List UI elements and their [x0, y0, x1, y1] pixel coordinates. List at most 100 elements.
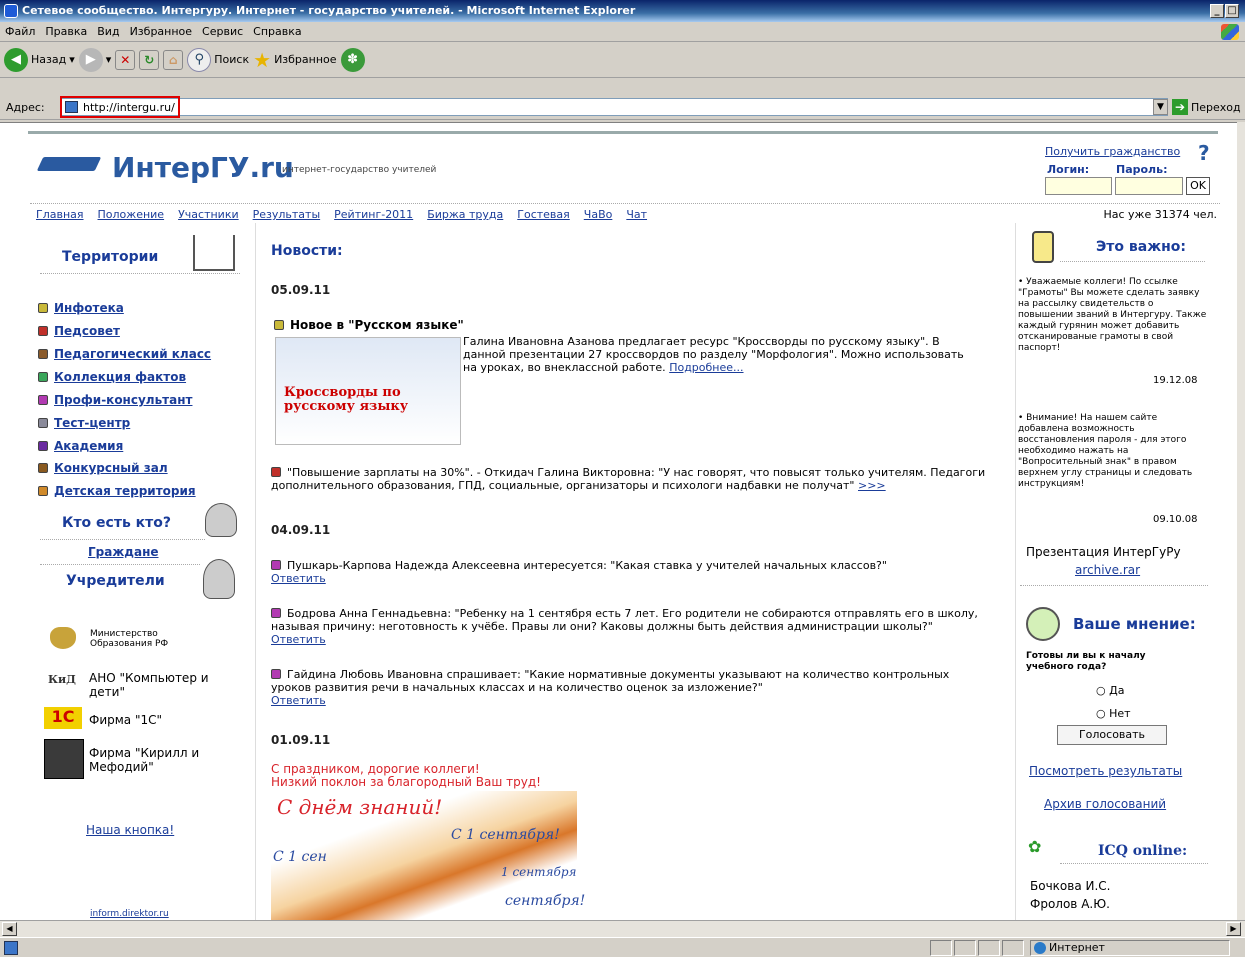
answer-link[interactable]: Ответить	[271, 633, 326, 646]
archive-link[interactable]: archive.rar	[1075, 563, 1140, 577]
founder-figure-icon	[203, 559, 235, 599]
password-input[interactable]	[1115, 177, 1183, 195]
address-input[interactable]: http://intergu.ru/	[60, 98, 1168, 116]
left-nav-item[interactable]: Педагогический класс	[38, 347, 211, 361]
notice-date: 09.10.08	[1153, 514, 1198, 525]
menu-favorites[interactable]: Избранное	[125, 22, 197, 41]
answer-link[interactable]: Ответить	[271, 572, 326, 585]
nav-faq[interactable]: ЧаВо	[584, 208, 613, 221]
security-zone: Интернет	[1030, 940, 1230, 956]
forward-button[interactable]: ▶ ▾	[78, 47, 111, 72]
view-results-link[interactable]: Посмотреть результаты	[1029, 764, 1182, 778]
favorites-button[interactable]: ★ Избранное	[253, 48, 336, 72]
help-question-icon[interactable]: ?	[1198, 141, 1210, 165]
nav-main[interactable]: Главная	[36, 208, 84, 221]
vote-button[interactable]: Голосовать	[1057, 725, 1167, 745]
site-logo[interactable]: ИнтерГУ.ru	[112, 151, 294, 184]
left-divider	[40, 564, 200, 565]
menu-view[interactable]: Вид	[92, 22, 124, 41]
media-icon[interactable]: ✽	[340, 47, 365, 72]
back-button[interactable]: ◀ Назад ▾	[4, 47, 75, 72]
nav-chat[interactable]: Чат	[626, 208, 647, 221]
citizens-link[interactable]: Граждане	[88, 545, 159, 559]
card-title: С днём знаний!	[277, 795, 443, 819]
status-cell	[954, 940, 976, 956]
partner-ministry[interactable]: Министерство Образования РФ	[90, 629, 210, 649]
forward-arrow-icon: ▶	[78, 47, 103, 72]
partner-1c[interactable]: Фирма "1С"	[89, 713, 162, 727]
menu-edit[interactable]: Правка	[40, 22, 92, 41]
left-nav-item[interactable]: Педсовет	[38, 324, 120, 338]
founders-heading: Учредители	[66, 573, 165, 589]
menu-file[interactable]: Файл	[0, 22, 40, 41]
answer-link[interactable]: Ответить	[271, 694, 326, 707]
left-nav-item[interactable]: Инфотека	[38, 301, 124, 315]
maximize-button[interactable]: □	[1225, 4, 1239, 18]
crossword-thumbnail[interactable]: Кроссворды по русскому языку	[275, 337, 461, 445]
left-nav-item[interactable]: Тест-центр	[38, 416, 130, 430]
scroll-right-icon[interactable]: ▶	[1226, 922, 1241, 936]
poll-option-yes[interactable]: ○ Да	[1096, 684, 1124, 697]
go-button[interactable]: ➔ Переход	[1172, 99, 1241, 115]
address-dropdown-icon[interactable]: ▼	[1153, 99, 1168, 115]
horizontal-scrollbar[interactable]: ◀ ▶	[0, 920, 1245, 937]
right-divider	[1060, 261, 1205, 262]
nav-jobs[interactable]: Биржа труда	[427, 208, 503, 221]
bullet-icon	[38, 486, 48, 496]
menu-bar: Файл Правка Вид Избранное Сервис Справка	[0, 22, 1245, 42]
our-button-link[interactable]: Наша кнопка!	[86, 823, 174, 837]
radio-icon[interactable]: ○	[1096, 684, 1106, 697]
window-titlebar: Сетевое сообщество. Интергуру. Интернет …	[0, 0, 1245, 22]
house-icon	[193, 235, 235, 271]
left-nav-item[interactable]: Конкурсный зал	[38, 461, 168, 475]
home-icon[interactable]: ⌂	[163, 49, 184, 70]
left-nav-item[interactable]: Профи-консультант	[38, 393, 192, 407]
read-more-link[interactable]: Подробнее...	[669, 361, 743, 374]
stop-icon[interactable]: ✕	[115, 49, 136, 70]
poll-option-no[interactable]: ○ Нет	[1096, 707, 1131, 720]
login-label: Логин:	[1047, 163, 1090, 176]
radio-icon[interactable]: ○	[1096, 707, 1106, 720]
icq-user[interactable]: Фролов А.Ю.	[1030, 895, 1110, 913]
icq-user[interactable]: Бочкова И.С.	[1030, 877, 1110, 895]
refresh-icon[interactable]: ↻	[139, 49, 160, 70]
notice: • Уважаемые коллеги! По ссылке "Грамоты"…	[1018, 277, 1207, 353]
toolbar: ◀ Назад ▾ ▶ ▾ ✕ ↻ ⌂ ⚲ Поиск ★ Избранное ✽	[0, 42, 1245, 78]
question-item: Бодрова Анна Геннадьевна: "Ребенку на 1 …	[271, 607, 978, 646]
left-nav-item[interactable]: Коллекция фактов	[38, 370, 186, 384]
login-input[interactable]	[1045, 177, 1112, 195]
bullet-icon	[38, 441, 48, 451]
login-ok-button[interactable]: OK	[1186, 177, 1210, 195]
get-citizenship-link[interactable]: Получить гражданство	[1045, 145, 1180, 158]
card-text: 1 сентября	[501, 865, 577, 879]
more-link[interactable]: >>>	[858, 479, 886, 492]
direktor-link[interactable]: inform.direktor.ru	[90, 909, 169, 919]
news-date: 01.09.11	[271, 733, 331, 747]
windows-logo-icon	[1221, 24, 1239, 40]
minimize-button[interactable]: _	[1210, 4, 1224, 18]
nav-rules[interactable]: Положение	[98, 208, 165, 221]
nav-results[interactable]: Результаты	[253, 208, 321, 221]
partner-kirill[interactable]: Фирма "Кирилл и Мефодий"	[89, 746, 219, 774]
menu-tools[interactable]: Сервис	[197, 22, 248, 41]
status-bar: Интернет	[0, 937, 1245, 957]
star-icon: ★	[253, 47, 272, 72]
menu-help[interactable]: Справка	[248, 22, 306, 41]
left-nav-item[interactable]: Академия	[38, 439, 123, 453]
vote-archive-link[interactable]: Архив голосований	[1044, 797, 1166, 811]
territories-heading: Территории	[62, 249, 159, 265]
nav-rating[interactable]: Рейтинг-2011	[334, 208, 413, 221]
password-label: Пароль:	[1116, 163, 1168, 176]
nav-members[interactable]: Участники	[178, 208, 239, 221]
left-nav-item[interactable]: Детская территория	[38, 484, 196, 498]
left-divider	[40, 273, 240, 274]
bullet-icon	[271, 669, 281, 679]
greeting-text: С праздником, дорогие коллеги! Низкий пок…	[271, 763, 541, 789]
news-item-text: Галина Ивановна Азанова предлагает ресур…	[463, 335, 964, 374]
search-button[interactable]: ⚲ Поиск	[187, 47, 249, 72]
vertical-scrollbar[interactable]	[1237, 122, 1245, 920]
scroll-left-icon[interactable]: ◀	[2, 922, 17, 936]
partner-kid[interactable]: АНО "Компьютер и дети"	[89, 671, 219, 699]
window-title: Сетевое сообщество. Интергуру. Интернет …	[22, 4, 636, 17]
nav-guestbook[interactable]: Гостевая	[517, 208, 570, 221]
